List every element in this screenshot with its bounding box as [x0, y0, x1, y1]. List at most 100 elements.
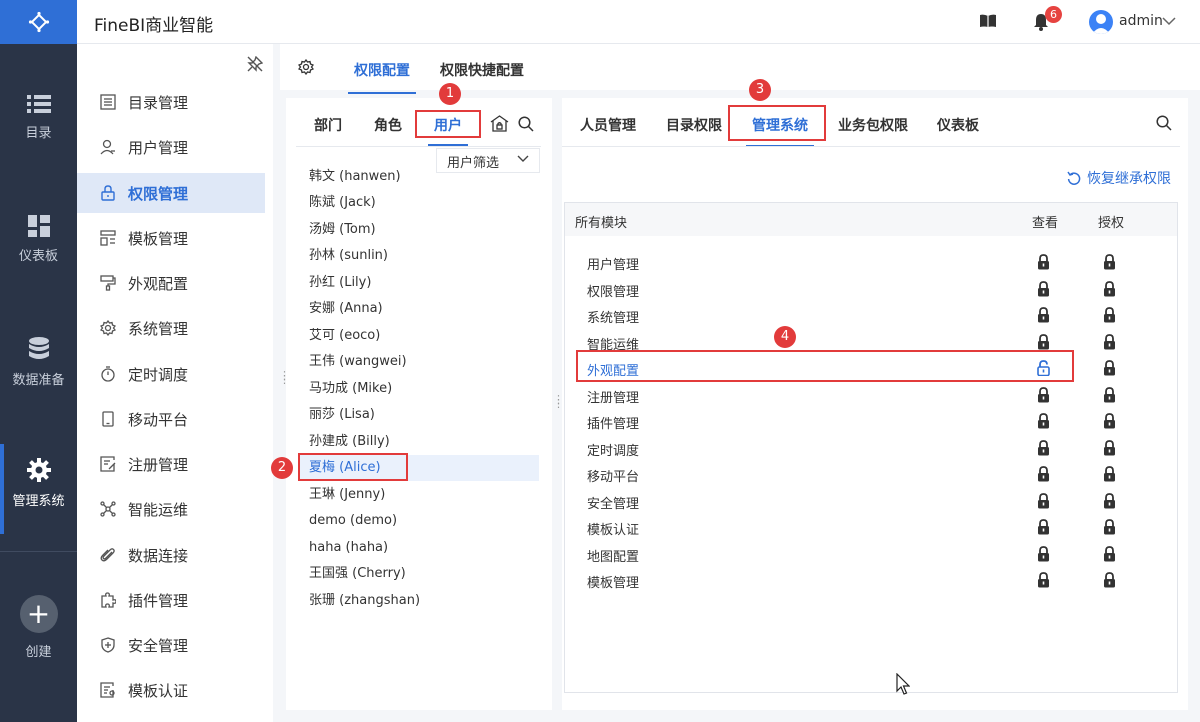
list-item[interactable]: 孙红 (Lily)	[300, 270, 539, 296]
lock-icon[interactable]	[1037, 492, 1050, 513]
sidebar-item-templates[interactable]: 模板管理	[77, 218, 265, 258]
tab-package-permission[interactable]: 业务包权限	[838, 115, 908, 135]
sidebar-item-catalog[interactable]: 目录管理	[77, 82, 265, 122]
unpin-icon[interactable]	[247, 56, 263, 72]
book-icon[interactable]	[980, 14, 996, 28]
lock-icon[interactable]	[1103, 492, 1116, 513]
nav-item-data-prep[interactable]: 数据准备	[0, 337, 77, 388]
sidebar-item-label: 权限管理	[128, 184, 189, 203]
resize-handle[interactable]: ⋮ ⋮	[279, 370, 290, 385]
lock-icon[interactable]	[1037, 254, 1050, 274]
lock-icon[interactable]	[1037, 519, 1050, 539]
module-name: 地图配置	[587, 549, 640, 565]
list-item[interactable]: 陈斌 (Jack)	[300, 190, 539, 216]
lock-icon[interactable]	[1103, 439, 1116, 460]
tab-catalog-permission[interactable]: 目录权限	[666, 115, 722, 135]
tab-role[interactable]: 角色	[374, 115, 402, 135]
list-item[interactable]: haha (haha)	[300, 535, 539, 561]
table-row[interactable]: 注册管理	[565, 382, 1177, 408]
tab-personnel[interactable]: 人员管理	[580, 115, 636, 135]
lock-icon[interactable]	[1037, 466, 1050, 486]
list-item[interactable]: 艾可 (eoco)	[300, 323, 539, 349]
gear-icon[interactable]	[298, 59, 314, 75]
house-lock-icon[interactable]	[490, 115, 509, 132]
app-logo[interactable]	[0, 0, 77, 44]
tab-department[interactable]: 部门	[314, 115, 342, 135]
sidebar-item-appearance[interactable]: 外观配置	[77, 263, 265, 303]
admin-sidebar: 目录管理 用户管理 权限管理 模板管理 外观配置 系统管理 定时调度 移动平台 …	[77, 44, 273, 722]
table-row[interactable]: 插件管理	[565, 408, 1177, 434]
table-row[interactable]: 系统管理	[565, 302, 1177, 328]
list-item[interactable]: 王国强 (Cherry)	[300, 561, 539, 587]
sidebar-item-ops[interactable]: 智能运维	[77, 489, 265, 529]
list-item[interactable]: 孙林 (sunlin)	[300, 243, 539, 269]
lock-icon[interactable]	[1103, 466, 1116, 486]
user-name[interactable]: admin	[1119, 13, 1163, 29]
table-row[interactable]: 定时调度	[565, 435, 1177, 461]
list-item[interactable]: 韩文 (hanwen)	[300, 164, 539, 190]
lock-icon[interactable]	[1103, 545, 1116, 566]
list-icon	[99, 93, 117, 111]
lock-icon[interactable]	[1037, 572, 1050, 592]
search-icon[interactable]	[1156, 115, 1172, 131]
sidebar-item-cert[interactable]: 模板认证	[77, 670, 265, 710]
lock-icon[interactable]	[1103, 519, 1116, 539]
tab-dashboard[interactable]: 仪表板	[937, 115, 979, 135]
table-row[interactable]: 模板管理	[565, 567, 1177, 593]
table-row[interactable]: 地图配置	[565, 541, 1177, 567]
search-icon[interactable]	[518, 116, 534, 132]
nav-item-catalog[interactable]: 目录	[0, 94, 77, 141]
network-icon	[99, 500, 117, 518]
list-item[interactable]: 丽莎 (Lisa)	[300, 402, 539, 428]
lock-icon[interactable]	[1103, 333, 1116, 354]
sidebar-item-users[interactable]: 用户管理	[77, 127, 265, 167]
list-item[interactable]: demo (demo)	[300, 508, 539, 534]
lock-icon[interactable]	[1103, 307, 1116, 327]
table-row[interactable]: 权限管理	[565, 276, 1177, 302]
sidebar-item-schedule[interactable]: 定时调度	[77, 354, 265, 394]
list-item[interactable]: 安娜 (Anna)	[300, 296, 539, 322]
list-item[interactable]: 王琳 (Jenny)	[300, 482, 539, 508]
lock-icon[interactable]	[1037, 413, 1050, 433]
lock-icon[interactable]	[1037, 439, 1050, 460]
shield-icon	[99, 636, 117, 654]
lock-icon[interactable]	[1037, 545, 1050, 566]
sidebar-item-plugins[interactable]: 插件管理	[77, 580, 265, 620]
lock-icon[interactable]	[1103, 413, 1116, 433]
module-name: 插件管理	[587, 417, 640, 432]
nav-item-dashboard[interactable]: 仪表板	[0, 215, 77, 264]
column-header: 授权	[1098, 216, 1125, 231]
lock-icon[interactable]	[1103, 280, 1116, 301]
table-row[interactable]: 用户管理	[565, 249, 1177, 275]
lock-icon[interactable]	[1103, 254, 1116, 274]
list-item[interactable]: 张珊 (zhangshan)	[300, 588, 539, 614]
lock-icon[interactable]	[1037, 386, 1050, 407]
sidebar-item-security[interactable]: 安全管理	[77, 625, 265, 665]
list-item[interactable]: 王伟 (wangwei)	[300, 349, 539, 375]
lock-icon[interactable]	[1037, 307, 1050, 327]
sidebar-item-permissions[interactable]: 权限管理	[77, 173, 265, 213]
sidebar-item-mobile[interactable]: 移动平台	[77, 399, 265, 439]
tab-permission-config[interactable]: 权限配置	[348, 60, 416, 94]
list-item[interactable]: 马功成 (Mike)	[300, 376, 539, 402]
database-icon	[28, 337, 49, 359]
lock-icon[interactable]	[1103, 360, 1116, 380]
tab-permission-quick-config[interactable]: 权限快捷配置	[440, 60, 524, 80]
list-item[interactable]: 孙建成 (Billy)	[300, 429, 539, 455]
table-row[interactable]: 移动平台	[565, 461, 1177, 487]
sidebar-item-registration[interactable]: 注册管理	[77, 444, 265, 484]
lock-icon[interactable]	[1103, 572, 1116, 592]
sidebar-item-data-connection[interactable]: 数据连接	[77, 535, 265, 575]
table-row[interactable]: 模板认证	[565, 514, 1177, 540]
chevron-down-icon[interactable]	[1162, 16, 1176, 26]
sidebar-item-label: 模板管理	[128, 229, 189, 248]
sidebar-item-system[interactable]: 系统管理	[77, 308, 265, 348]
table-row[interactable]: 安全管理	[565, 488, 1177, 514]
restore-inherit-button[interactable]: 恢复继承权限	[1067, 168, 1171, 188]
avatar[interactable]	[1089, 10, 1113, 34]
list-item[interactable]: 汤姆 (Tom)	[300, 217, 539, 243]
lock-icon[interactable]	[1037, 280, 1050, 301]
lock-icon[interactable]	[1103, 386, 1116, 407]
nav-item-create[interactable]: + 创建	[0, 595, 77, 660]
nav-item-admin[interactable]: 管理系统	[0, 444, 77, 534]
